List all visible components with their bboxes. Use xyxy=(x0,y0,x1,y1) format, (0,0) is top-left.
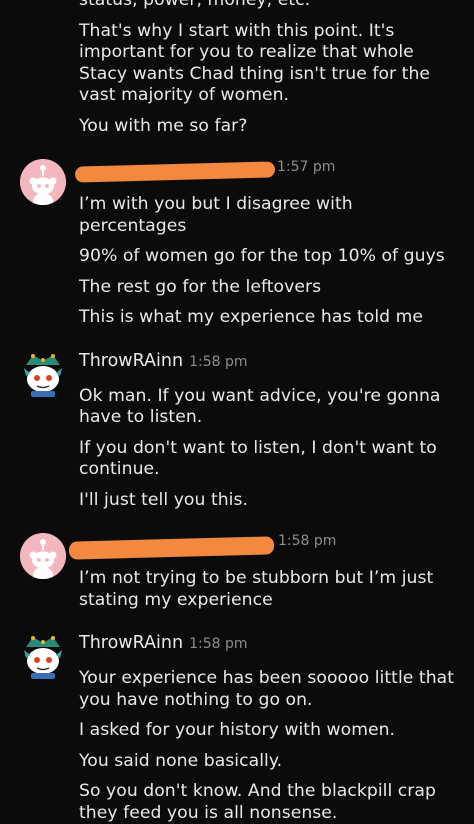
message-text: status, power, money, etc. xyxy=(79,0,311,10)
redaction-mark xyxy=(68,536,275,560)
timestamp: 1:57 pm xyxy=(277,159,336,175)
user-avatar[interactable] xyxy=(20,159,66,205)
timestamp: 1:58 pm xyxy=(278,533,337,549)
throwrainn-avatar[interactable] xyxy=(20,351,66,397)
message-group: status, power, money, etc. That's why I … xyxy=(0,0,474,137)
reddit-snoo-icon xyxy=(20,159,66,205)
message-text: You with me so far? xyxy=(79,115,248,136)
chat-thread: status, power, money, etc. That's why I … xyxy=(0,0,474,824)
message-text: This is what my experience has told me xyxy=(79,307,424,327)
message-text: You said none basically. xyxy=(79,750,283,771)
message-text: I'll just tell you this. xyxy=(79,489,249,510)
username[interactable]: ThrowRAinn xyxy=(79,351,183,371)
message-text: If you don't want to listen, I don't wan… xyxy=(79,437,437,480)
message-text: That's why I start with this point. It's… xyxy=(79,20,431,106)
message-text: Your experience has been sooooo little t… xyxy=(79,668,455,710)
message-group: ThrowRAinn 1:58 pm Ok man. If you want a… xyxy=(0,351,474,512)
snoo-crown-avatar-icon xyxy=(24,636,62,679)
message-text: I’m with you but I disagree with percent… xyxy=(79,194,353,236)
timestamp: 1:58 pm xyxy=(189,636,248,652)
message-group: 1:57 pm I’m with you but I disagree with… xyxy=(0,159,474,329)
username[interactable]: ThrowRAinn xyxy=(79,633,183,653)
user-avatar[interactable] xyxy=(20,533,66,579)
redaction-mark xyxy=(74,161,276,183)
message-group: ThrowRAinn 1:58 pm Your experience has b… xyxy=(0,633,474,824)
message-group: 1:58 pm I’m not trying to be stubborn bu… xyxy=(0,533,474,611)
message-text: 90% of women go for the top 10% of guys xyxy=(79,246,445,266)
message-text: I asked for your history with women. xyxy=(79,720,396,740)
timestamp: 1:58 pm xyxy=(189,353,248,370)
message-text: Ok man. If you want advice, you're gonna… xyxy=(79,385,441,428)
message-text: The rest go for the leftovers xyxy=(79,276,322,297)
message-header: 1:57 pm xyxy=(74,159,460,185)
message-text: So you don't know. And the blackpill cra… xyxy=(79,781,436,823)
reddit-snoo-icon xyxy=(20,533,66,579)
message-header: 1:58 pm xyxy=(68,533,460,560)
message-text: I’m not trying to be stubborn but I’m ju… xyxy=(79,568,434,610)
throwrainn-avatar[interactable] xyxy=(20,633,66,679)
message-header: ThrowRAinn 1:58 pm xyxy=(79,633,460,659)
snoo-crown-avatar-icon xyxy=(24,353,62,397)
message-header: ThrowRAinn 1:58 pm xyxy=(79,351,460,377)
